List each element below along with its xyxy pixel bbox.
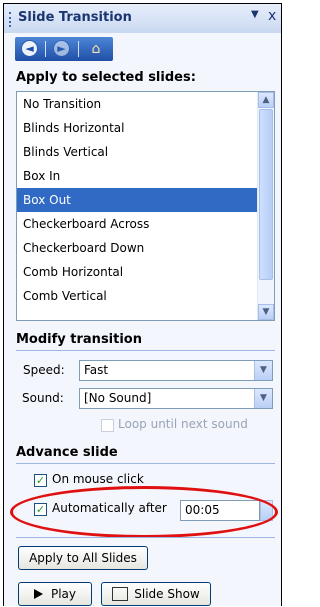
transition-item[interactable]: Comb Vertical [17, 284, 274, 308]
scroll-up-icon[interactable]: ▲ [258, 92, 274, 108]
pane-menu-dropdown-icon[interactable]: ▼ [251, 9, 259, 20]
home-icon[interactable]: ⌂ [87, 40, 105, 58]
scroll-down-icon[interactable]: ▼ [258, 304, 274, 320]
on-mouse-click-label: On mouse click [52, 472, 144, 486]
modify-heading: Modify transition [16, 332, 142, 347]
apply-to-all-button[interactable]: Apply to All Slides [18, 546, 148, 570]
section-divider [16, 463, 275, 464]
forward-icon[interactable]: ► [53, 40, 70, 57]
play-label: Play [50, 587, 77, 601]
sound-select[interactable]: [No Sound] ▼ [79, 388, 273, 409]
grip-handle[interactable] [9, 12, 13, 27]
transition-item[interactable]: Checkerboard Down [17, 236, 274, 260]
chevron-down-icon[interactable]: ▼ [254, 361, 272, 380]
section-divider [16, 537, 275, 538]
transition-items: No Transition Blinds Horizontal Blinds Ver… [17, 92, 274, 308]
advance-heading: Advance slide [16, 445, 118, 460]
transition-list[interactable]: No Transition Blinds Horizontal Blinds Ver… [16, 91, 275, 321]
back-icon[interactable]: ◄ [21, 40, 38, 57]
transition-item[interactable]: Blinds Horizontal [17, 116, 274, 140]
loop-checkbox[interactable] [101, 419, 114, 432]
play-icon [33, 588, 43, 599]
list-scrollbar[interactable]: ▲ ▼ [257, 92, 274, 320]
nav-divider [78, 41, 79, 57]
slide-transition-pane: Slide Transition ▼ x ◄ ► ⌂ Apply to sele… [3, 3, 282, 606]
slide-show-button[interactable]: Slide Show [101, 582, 211, 606]
section-divider [16, 350, 275, 351]
transition-item[interactable]: No Transition [17, 92, 274, 116]
pane-title: Slide Transition [18, 10, 132, 25]
scroll-thumb[interactable] [259, 109, 273, 280]
pane-title-bar: Slide Transition ▼ x [4, 4, 281, 33]
highlight-ellipse [10, 486, 278, 538]
transition-item[interactable]: Blinds Vertical [17, 140, 274, 164]
slide-show-label: Slide Show [134, 587, 200, 601]
on-mouse-click-checkbox[interactable]: ✓ [34, 474, 47, 487]
chevron-down-icon[interactable]: ▼ [254, 389, 272, 408]
nav-divider [45, 41, 46, 57]
loop-label: Loop until next sound [118, 417, 248, 431]
task-pane-nav: ◄ ► ⌂ [15, 37, 113, 61]
speed-label: Speed: [23, 363, 65, 377]
transition-item[interactable]: Comb Horizontal [17, 260, 274, 284]
close-icon[interactable]: x [268, 8, 276, 24]
slide-show-icon [112, 586, 129, 601]
transition-item[interactable]: Box In [17, 164, 274, 188]
speed-select[interactable]: Fast ▼ [79, 360, 273, 381]
transition-item[interactable]: Box Out [17, 188, 274, 212]
sound-label: Sound: [22, 391, 64, 405]
sound-value: [No Sound] [84, 391, 152, 405]
transition-item[interactable]: Checkerboard Across [17, 212, 274, 236]
speed-value: Fast [84, 363, 109, 377]
play-button[interactable]: Play [18, 582, 92, 606]
apply-heading: Apply to selected slides: [16, 70, 196, 85]
